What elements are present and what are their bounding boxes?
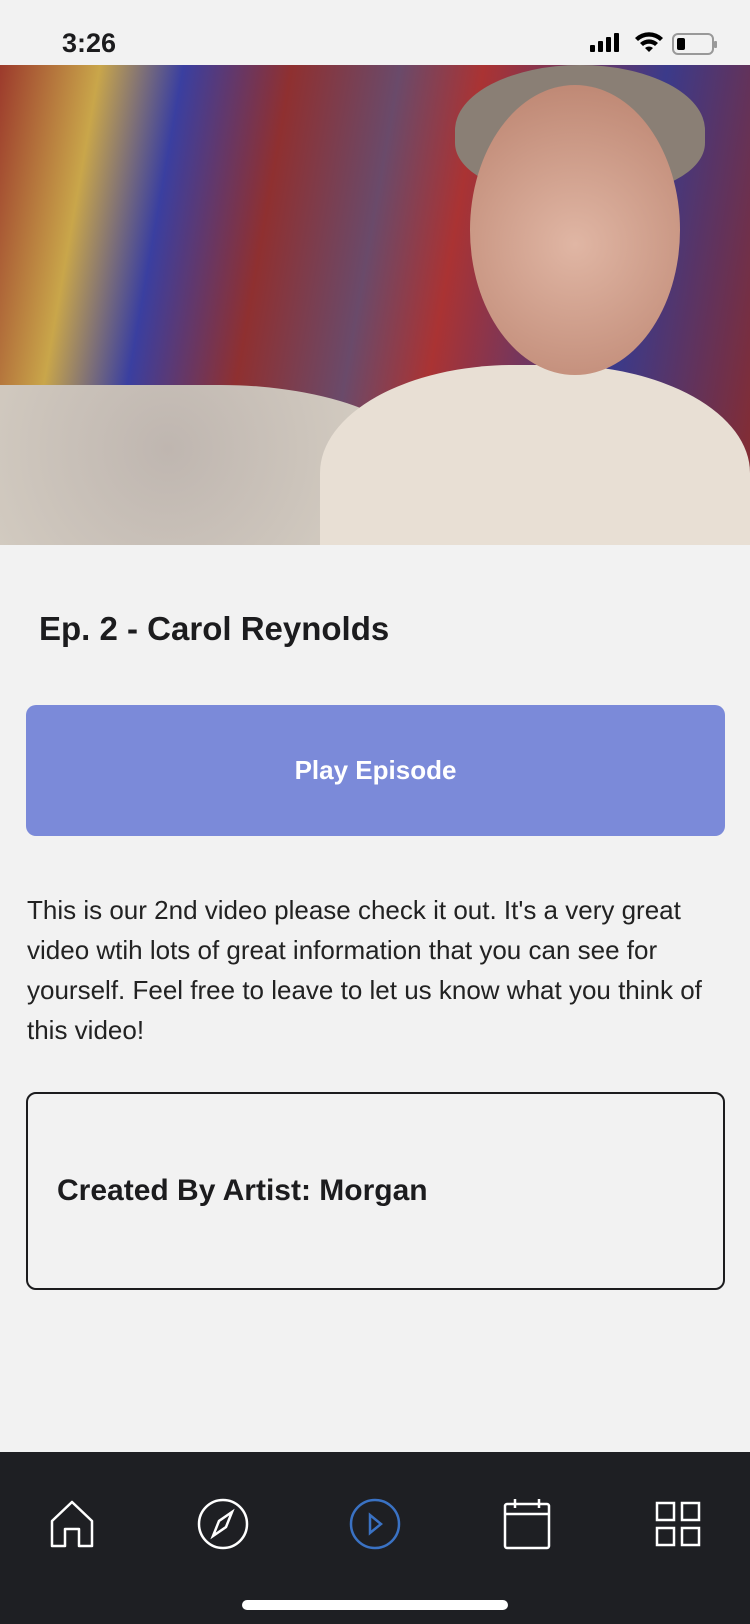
calendar-icon	[503, 1499, 551, 1550]
home-icon	[50, 1500, 94, 1548]
compass-icon	[197, 1498, 249, 1550]
artist-credit: Created By Artist: Morgan	[57, 1174, 428, 1207]
cellular-signal-icon	[590, 33, 619, 52]
play-episode-button[interactable]: Play Episode	[26, 705, 725, 836]
tab-episodes[interactable]	[345, 1494, 405, 1554]
status-bar: 3:26	[0, 0, 750, 65]
clock: 3:26	[62, 28, 117, 58]
play-circle-icon	[349, 1498, 401, 1550]
artist-credit-card: Created By Artist: Morgan	[26, 1092, 725, 1290]
grid-icon	[655, 1501, 701, 1547]
home-indicator[interactable]	[242, 1600, 508, 1610]
tab-calendar[interactable]	[497, 1494, 557, 1554]
tab-bar	[0, 1452, 750, 1624]
wifi-icon	[635, 32, 663, 52]
episode-description: This is our 2nd video please check it ou…	[27, 895, 702, 1045]
battery-icon	[672, 33, 717, 55]
episode-title: Ep. 2 - Carol Reynolds	[39, 610, 390, 647]
tab-home[interactable]	[42, 1494, 102, 1554]
tab-explore[interactable]	[193, 1494, 253, 1554]
episode-thumbnail	[0, 65, 750, 545]
tab-more[interactable]	[648, 1494, 708, 1554]
